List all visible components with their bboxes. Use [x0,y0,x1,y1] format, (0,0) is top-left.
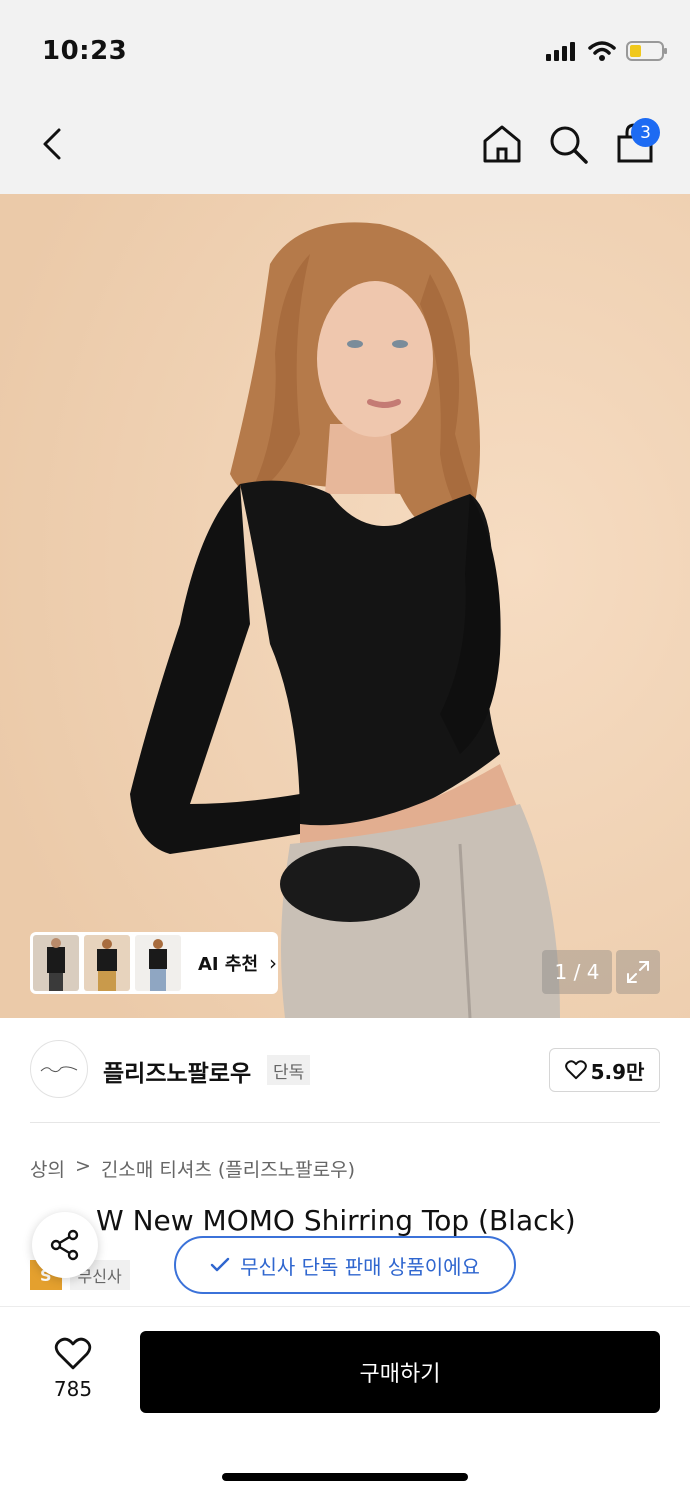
brand-like-count: 5.9만 [590,1059,645,1084]
bottom-bar: 785 구매하기 [0,1306,690,1500]
wishlist-count: 785 [53,1377,93,1401]
heart-icon [54,1337,92,1370]
status-icons [546,40,668,62]
divider [30,1122,660,1123]
product-image[interactable] [0,194,690,1018]
checkmark-icon [210,1257,230,1272]
brand-like-button[interactable]: 5.9만 [549,1048,660,1092]
home-icon [483,125,521,163]
brand-name[interactable]: 플리즈노팔로우 [103,1054,251,1088]
product-title: W New MOMO Shirring Top (Black) [96,1204,576,1237]
heart-icon [564,1060,587,1080]
brand-logo[interactable] [30,1040,88,1098]
expand-icon [627,961,649,983]
image-page-indicator: 1 / 4 [542,950,612,994]
cart-count-badge: 3 [631,118,660,147]
cellular-signal-icon [546,42,575,61]
ai-recommend-label: AI 추천 [198,954,259,975]
search-button[interactable] [546,122,590,166]
exclusive-notice-text: 무신사 단독 판매 상품이에요 [240,1254,480,1279]
exclusive-tag: 단독 [267,1055,311,1085]
back-button[interactable] [32,122,72,166]
wishlist-button[interactable]: 785 [38,1337,108,1403]
share-icon [50,1229,79,1261]
thumbnail-3[interactable] [135,935,181,991]
status-time: 10:23 [42,36,128,66]
expand-image-button[interactable] [616,950,660,994]
wifi-icon [588,41,616,61]
battery-icon [626,41,667,61]
breadcrumb: 상의 > 긴소매 티셔츠 (플리즈노팔로우) [30,1155,355,1182]
share-button[interactable] [32,1212,98,1278]
brand-row: 플리즈노팔로우 단독 5.9만 [0,1018,690,1122]
home-button[interactable] [480,122,524,166]
chevron-right-icon: › [269,951,278,975]
ai-recommend-strip[interactable]: AI 추천 › [30,932,278,994]
exclusive-notice: 무신사 단독 판매 상품이에요 [174,1236,516,1294]
thumbnail-2[interactable] [84,935,130,991]
home-indicator [222,1473,468,1481]
thumbnail-1[interactable] [33,935,79,991]
model-photo [0,194,690,1018]
status-bar: 10:23 [0,0,690,100]
breadcrumb-category[interactable]: 상의 [30,1155,65,1182]
breadcrumb-subcategory[interactable]: 긴소매 티셔츠 (플리즈노팔로우) [101,1155,355,1182]
buy-button[interactable]: 구매하기 [140,1331,660,1413]
nav-bar [0,100,690,194]
chevron-left-icon [43,128,61,160]
search-icon [550,126,588,164]
breadcrumb-separator: > [74,1155,91,1177]
